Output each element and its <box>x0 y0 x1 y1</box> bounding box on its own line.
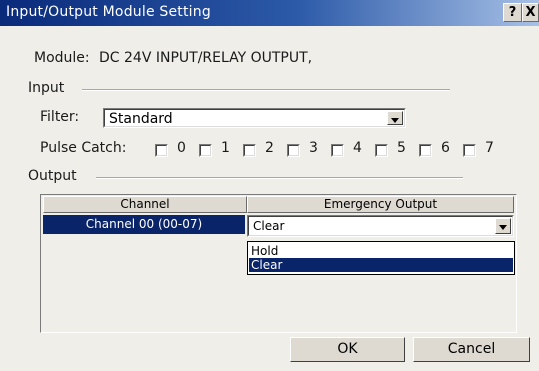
pulse-catch-label-6: 6 <box>441 140 450 156</box>
output-group-label: Output <box>28 168 77 184</box>
emergency-output-dropdown-list: Hold Clear <box>247 241 515 275</box>
pulse-catch-label-5: 5 <box>397 140 406 156</box>
pulse-catch-checkbox-7[interactable] <box>463 144 476 157</box>
chevron-down-icon[interactable] <box>387 111 403 125</box>
chevron-down-icon[interactable] <box>495 218 511 234</box>
ok-button[interactable]: OK <box>290 337 405 362</box>
pulse-catch-label-7: 7 <box>485 140 494 156</box>
pulse-catch-label-2: 2 <box>265 140 274 156</box>
table-row-channel-cell[interactable]: Channel 00 (00-07) <box>43 215 245 234</box>
dropdown-option-hold[interactable]: Hold <box>249 244 513 258</box>
pulse-catch-checkbox-6[interactable] <box>419 144 432 157</box>
title-bar[interactable]: Input/Output Module Setting ? X <box>0 0 539 26</box>
input-group-divider <box>82 89 450 91</box>
emergency-output-select-value: Clear <box>253 219 285 233</box>
pulse-catch-checkbox-1[interactable] <box>199 144 212 157</box>
pulse-catch-label: Pulse Catch: <box>40 140 127 156</box>
pulse-catch-checkbox-0[interactable] <box>155 144 168 157</box>
filter-select-value: Standard <box>109 111 173 127</box>
pulse-catch-checkbox-5[interactable] <box>375 144 388 157</box>
filter-label: Filter: <box>40 109 80 125</box>
pulse-catch-checkbox-2[interactable] <box>243 144 256 157</box>
pulse-catch-label-4: 4 <box>353 140 362 156</box>
output-table: Channel Emergency Output Channel 00 (00-… <box>40 194 517 333</box>
pulse-catch-checkbox-3[interactable] <box>287 144 300 157</box>
column-header-channel[interactable]: Channel <box>43 196 247 213</box>
help-button[interactable]: ? <box>503 3 522 22</box>
dropdown-option-clear[interactable]: Clear <box>249 258 513 272</box>
pulse-catch-label-3: 3 <box>309 140 318 156</box>
window-title: Input/Output Module Setting <box>6 4 211 20</box>
emergency-output-select[interactable]: Clear <box>247 215 514 237</box>
filter-select[interactable]: Standard <box>103 108 406 128</box>
dialog-window: Input/Output Module Setting ? X Module: … <box>0 0 539 371</box>
input-group-label: Input <box>28 80 65 96</box>
module-label: Module: <box>34 50 90 66</box>
module-value: DC 24V INPUT/RELAY OUTPUT, <box>99 50 313 66</box>
column-header-emergency-output[interactable]: Emergency Output <box>247 196 514 213</box>
output-group-divider <box>96 177 463 179</box>
cancel-button[interactable]: Cancel <box>413 337 530 362</box>
pulse-catch-label-0: 0 <box>177 140 186 156</box>
pulse-catch-checkbox-4[interactable] <box>331 144 344 157</box>
close-button[interactable]: X <box>522 3 539 22</box>
pulse-catch-label-1: 1 <box>221 140 230 156</box>
